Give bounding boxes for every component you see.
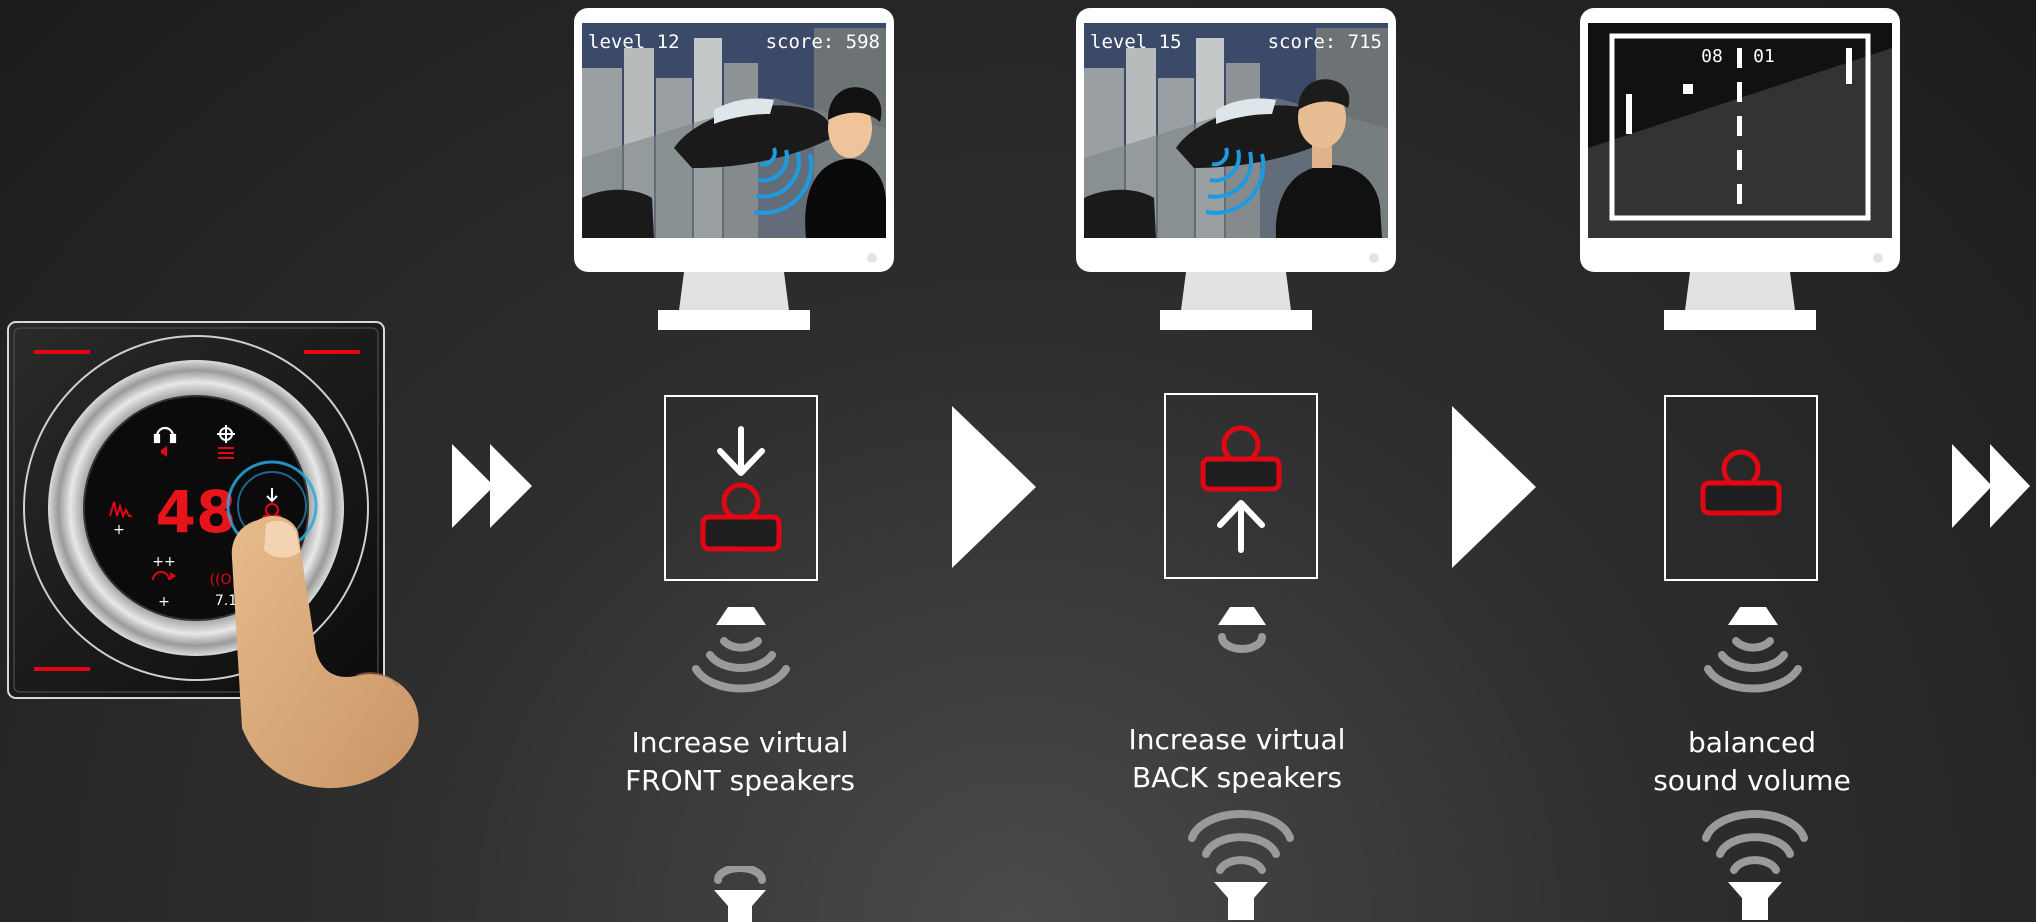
rear-speaker-icon bbox=[714, 866, 766, 922]
corner-led bbox=[304, 350, 360, 354]
fast-forward-icon bbox=[1952, 444, 2030, 528]
corner-led bbox=[34, 667, 90, 671]
bass-plus-label: + bbox=[113, 522, 125, 538]
pong-score-left: 08 bbox=[1701, 46, 1723, 67]
rear-speaker-icon bbox=[1702, 809, 1808, 920]
mode-icon-box-front[interactable] bbox=[664, 395, 818, 581]
caption-line: Increase virtual bbox=[631, 726, 849, 759]
listener-center-icon bbox=[1700, 449, 1782, 516]
mode-icon-box-back[interactable] bbox=[1164, 393, 1318, 579]
enhance-plus-label: ++ bbox=[152, 554, 175, 570]
pong-score-right: 01 bbox=[1753, 46, 1775, 67]
corner-led bbox=[34, 350, 90, 354]
sound-controller: + 48 ++ + ((O)) 7.1 bbox=[7, 321, 419, 789]
caption-line: sound volume bbox=[1653, 764, 1851, 797]
caption-line: FRONT speakers bbox=[625, 764, 855, 797]
next-step-arrow bbox=[952, 406, 1036, 568]
fast-forward-icon bbox=[452, 444, 532, 528]
surround-plus-label: + bbox=[158, 594, 170, 610]
pong-ball bbox=[1683, 84, 1693, 94]
pong-paddle-left bbox=[1626, 94, 1632, 134]
game-level-text: level 15 bbox=[1090, 31, 1182, 53]
monitor-3: 08 01 bbox=[1580, 8, 1900, 330]
listener-backward-icon bbox=[1200, 425, 1282, 553]
front-speaker-icon bbox=[1218, 607, 1266, 653]
rear-speaker-icon bbox=[1188, 809, 1294, 920]
front-speaker-icon bbox=[692, 607, 790, 693]
next-step-arrow bbox=[1452, 406, 1536, 568]
caption-line: BACK speakers bbox=[1132, 761, 1342, 794]
mode-icon-box-balanced[interactable] bbox=[1664, 395, 1818, 581]
pong-paddle-right bbox=[1846, 48, 1852, 84]
monitor-2: level 15 score: 715 bbox=[1076, 8, 1396, 330]
caption-line: balanced bbox=[1687, 726, 1816, 759]
channels-label: 7.1 bbox=[215, 593, 237, 609]
listener-forward-icon bbox=[700, 426, 782, 552]
caption-balanced: balanced sound volume bbox=[1592, 724, 1912, 800]
caption-line: Increase virtual bbox=[1128, 723, 1346, 756]
volume-readout: 48 bbox=[156, 478, 237, 546]
game-score-text: score: 715 bbox=[1268, 31, 1382, 53]
caption-back: Increase virtual BACK speakers bbox=[1077, 721, 1397, 797]
caption-front: Increase virtual FRONT speakers bbox=[580, 724, 900, 800]
game-score-text: score: 598 bbox=[766, 31, 880, 53]
monitor-1: level 12 score: 598 bbox=[574, 8, 894, 330]
front-speaker-icon bbox=[1704, 607, 1802, 693]
game-level-text: level 12 bbox=[588, 31, 680, 53]
